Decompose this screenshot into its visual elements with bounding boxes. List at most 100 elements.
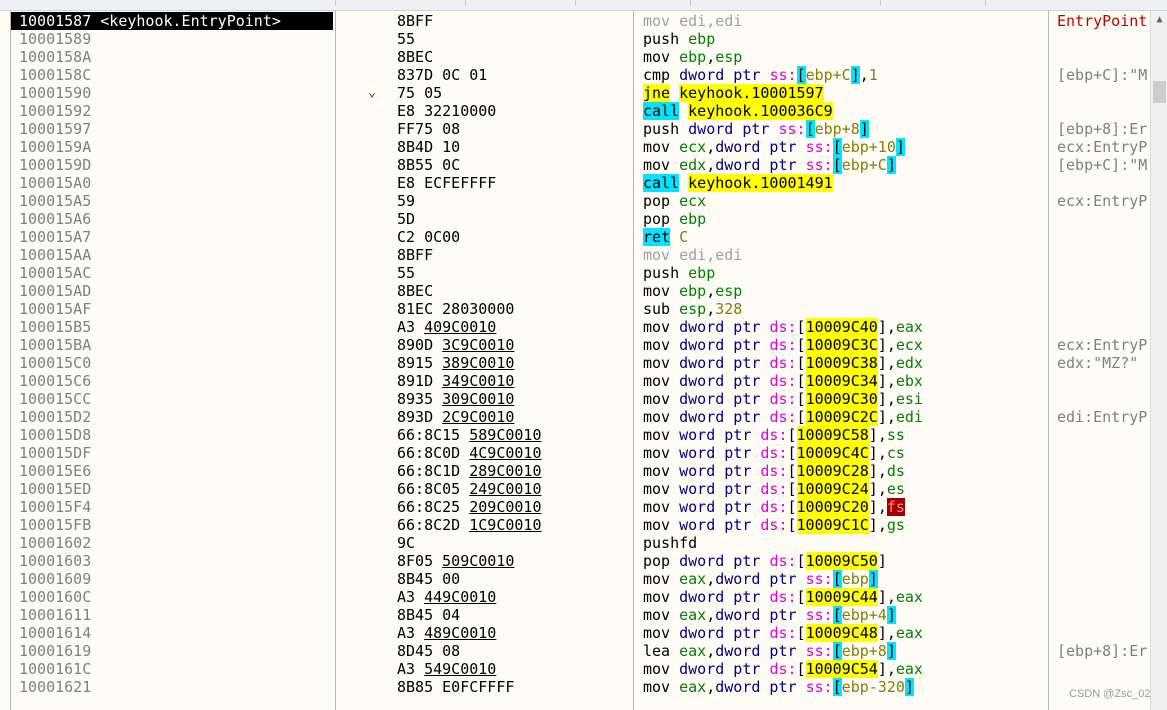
address-cell[interactable]: 10001590 [19,84,329,102]
bytes-cell[interactable]: C2 0C00 [397,228,627,246]
bytes-cell[interactable]: 8D45 08 [397,642,627,660]
scroll-thumb[interactable] [1153,81,1166,103]
disassembly-cell[interactable]: lea eax,dword ptr ss:[ebp+8] [643,642,1043,660]
bytes-cell[interactable]: 66:8C05 249C0010 [397,480,627,498]
disassembly-cell[interactable]: mov ebp,esp [643,282,1043,300]
bytes-cell[interactable]: 66:8C2D 1C9C0010 [397,516,627,534]
bytes-cell[interactable]: 8BFF [397,246,627,264]
disassembly-cell[interactable]: mov ecx,dword ptr ss:[ebp+10] [643,138,1043,156]
comment-cell[interactable]: edx:"MZ?" [1057,354,1150,372]
disassembly-cell[interactable]: mov word ptr ds:[10009C4C],cs [643,444,1043,462]
instruction-row[interactable]: 100015B5 A3 409C0010 mov dword ptr ds:[100… [0,318,1150,336]
bytes-cell[interactable]: 8B85 E0FCFFFF [397,678,627,696]
disassembly-cell[interactable]: cmp dword ptr ss:[ebp+C],1 [643,66,1043,84]
disassembly-cell[interactable]: mov word ptr ds:[10009C1C],gs [643,516,1043,534]
bytes-cell[interactable]: 8BEC [397,48,627,66]
bytes-cell[interactable]: 9C [397,534,627,552]
address-cell[interactable]: 100015FB [19,516,329,534]
disassembly-cell[interactable]: jne keyhook.10001597 [643,84,1043,102]
disassembly-cell[interactable]: push ebp [643,264,1043,282]
bytes-cell[interactable]: 59 [397,192,627,210]
address-cell[interactable]: 100015BA [19,336,329,354]
disassembly-cell[interactable]: mov eax,dword ptr ss:[ebp] [643,570,1043,588]
address-cell[interactable]: 1000160C [19,588,329,606]
disassembly-cell[interactable]: mov word ptr ds:[10009C28],ds [643,462,1043,480]
bytes-cell[interactable]: 8935 309C0010 [397,390,627,408]
instruction-row[interactable]: 100015F4 66:8C25 209C0010 mov word ptr ds:… [0,498,1150,516]
instruction-row[interactable]: 10001590 ⌄ 75 05 jne keyhook.10001597 [0,84,1150,102]
instruction-row[interactable]: 1000160C A3 449C0010 mov dword ptr ds:[100… [0,588,1150,606]
disassembly-cell[interactable]: pop dword ptr ds:[10009C50] [643,552,1043,570]
address-cell[interactable]: 100015AC [19,264,329,282]
instruction-row[interactable]: 10001609 8B45 00 mov eax,dword ptr ss:[ebp… [0,570,1150,588]
address-cell[interactable]: 100015A0 [19,174,329,192]
bytes-cell[interactable]: A3 489C0010 [397,624,627,642]
instruction-row[interactable]: 10001621 8B85 E0FCFFFF mov eax,dword ptr s… [0,678,1150,696]
disassembly-cell[interactable]: mov edi,edi [643,12,1043,30]
address-cell[interactable]: 1000158C [19,66,329,84]
bytes-cell[interactable]: 837D 0C 01 [397,66,627,84]
instruction-row[interactable]: 1000161C A3 549C0010 mov dword ptr ds:[100… [0,660,1150,678]
instruction-row[interactable]: 100015CC 8935 309C0010 mov dword ptr ds:[1… [0,390,1150,408]
address-cell[interactable]: 10001611 [19,606,329,624]
instruction-row[interactable]: 10001611 8B45 04 mov eax,dword ptr ss:[ebp… [0,606,1150,624]
bytes-cell[interactable]: 66:8C1D 289C0010 [397,462,627,480]
bytes-cell[interactable]: FF75 08 [397,120,627,138]
instruction-row[interactable]: 10001602 9C pushfd [0,534,1150,552]
instruction-row[interactable]: 100015E6 66:8C1D 289C0010 mov word ptr ds:… [0,462,1150,480]
bytes-cell[interactable]: E8 ECFEFFFF [397,174,627,192]
address-cell[interactable]: 100015CC [19,390,329,408]
vertical-scrollbar[interactable]: ▲ [1150,11,1167,710]
address-cell[interactable]: 100015A5 [19,192,329,210]
instruction-row[interactable]: 10001614 A3 489C0010 mov dword ptr ds:[100… [0,624,1150,642]
disassembly-view[interactable]: 10001587 <keyhook.EntryPoint> 8BFF mov edi… [0,11,1150,710]
disassembly-cell[interactable]: pushfd [643,534,1043,552]
instruction-row[interactable]: 10001592 E8 32210000 call keyhook.100036C9 [0,102,1150,120]
instruction-row[interactable]: 10001619 8D45 08 lea eax,dword ptr ss:[ebp… [0,642,1150,660]
comment-cell[interactable]: [ebp+C]:"M [1057,156,1150,174]
comment-cell[interactable]: ecx:EntryP [1057,336,1150,354]
address-cell[interactable]: 100015D8 [19,426,329,444]
disassembly-cell[interactable]: mov edx,dword ptr ss:[ebp+C] [643,156,1043,174]
instruction-row[interactable]: 100015AD 8BEC mov ebp,esp [0,282,1150,300]
bytes-cell[interactable]: 8BFF [397,12,627,30]
instruction-row[interactable]: 1000158A 8BEC mov ebp,esp [0,48,1150,66]
bytes-cell[interactable]: 890D 3C9C0010 [397,336,627,354]
disassembly-cell[interactable]: mov word ptr ds:[10009C20],fs [643,498,1043,516]
disassembly-cell[interactable]: mov dword ptr ds:[10009C54],eax [643,660,1043,678]
disassembly-cell[interactable]: ret C [643,228,1043,246]
instruction-row[interactable]: 100015C6 891D 349C0010 mov dword ptr ds:[1… [0,372,1150,390]
address-cell[interactable]: 1000158A [19,48,329,66]
instruction-row[interactable]: 100015A5 59 pop ecx ecx:EntryP [0,192,1150,210]
instruction-row[interactable]: 100015BA 890D 3C9C0010 mov dword ptr ds:[1… [0,336,1150,354]
instruction-row[interactable]: 10001589 55 push ebp [0,30,1150,48]
disassembly-cell[interactable]: mov dword ptr ds:[10009C30],esi [643,390,1043,408]
disassembly-cell[interactable]: mov word ptr ds:[10009C24],es [643,480,1043,498]
address-cell[interactable]: 10001619 [19,642,329,660]
comment-cell[interactable]: [ebp+C]:"M [1057,66,1150,84]
bytes-cell[interactable]: 55 [397,264,627,282]
comment-cell[interactable]: EntryPoint [1057,12,1150,30]
comment-cell[interactable]: [ebp+8]:Er [1057,642,1150,660]
address-cell[interactable]: 100015E6 [19,462,329,480]
address-cell[interactable]: 1000159A [19,138,329,156]
address-cell[interactable]: 1000161C [19,660,329,678]
disassembly-cell[interactable]: mov ebp,esp [643,48,1043,66]
instruction-row[interactable]: 100015A7 C2 0C00 ret C [0,228,1150,246]
disassembly-cell[interactable]: mov edi,edi [643,246,1043,264]
disassembly-cell[interactable]: push dword ptr ss:[ebp+8] [643,120,1043,138]
address-cell[interactable]: 100015C0 [19,354,329,372]
bytes-cell[interactable]: A3 409C0010 [397,318,627,336]
instruction-row[interactable]: 100015D8 66:8C15 589C0010 mov word ptr ds:… [0,426,1150,444]
address-cell[interactable]: 100015A7 [19,228,329,246]
bytes-cell[interactable]: 66:8C0D 4C9C0010 [397,444,627,462]
bytes-cell[interactable]: A3 449C0010 [397,588,627,606]
instruction-row[interactable]: 10001587 <keyhook.EntryPoint> 8BFF mov edi… [0,12,1150,30]
bytes-cell[interactable]: 66:8C25 209C0010 [397,498,627,516]
instruction-row[interactable]: 1000159A 8B4D 10 mov ecx,dword ptr ss:[ebp… [0,138,1150,156]
disassembly-cell[interactable]: mov dword ptr ds:[10009C2C],edi [643,408,1043,426]
bytes-cell[interactable]: 8B4D 10 [397,138,627,156]
disassembly-cell[interactable]: mov dword ptr ds:[10009C38],edx [643,354,1043,372]
bytes-cell[interactable]: 8B45 00 [397,570,627,588]
instruction-row[interactable]: 1000159D 8B55 0C mov edx,dword ptr ss:[ebp… [0,156,1150,174]
